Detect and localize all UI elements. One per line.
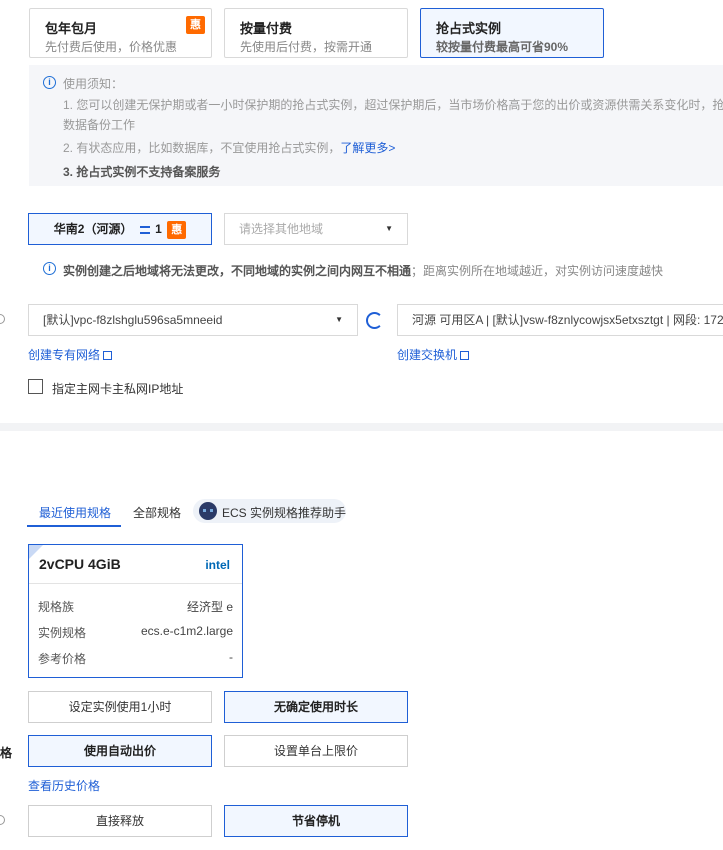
assistant-label: ECS 实例规格推荐助手 bbox=[222, 506, 347, 520]
notice-line-1: 1. 您可以创建无保护期或者一小时保护期的抢占式实例，超过保护期后，当市场价格高… bbox=[63, 98, 723, 112]
learn-more-link[interactable]: 了解更多> bbox=[340, 141, 395, 155]
vpc-value: [默认]vpc-f8zlshglu596sa5mneeid bbox=[43, 313, 223, 327]
create-vswitch-label: 创建交换机 bbox=[397, 348, 458, 362]
create-vswitch-link[interactable]: 创建交换机 bbox=[397, 346, 470, 363]
other-region-select[interactable]: 请选择其他地域 ▼ bbox=[224, 213, 408, 245]
tab-underline bbox=[27, 525, 121, 527]
region-warning: 实例创建之后地域将无法更改，不同地域的实例之间内网互不相通；距离实例所在地域越近… bbox=[63, 262, 663, 279]
info-icon: i bbox=[43, 76, 56, 89]
billing-subtitle: 先付费后使用，价格优惠 bbox=[45, 40, 178, 54]
notice-line-3: 3. 抢占式实例不支持备案服务 bbox=[63, 165, 221, 179]
info-icon: i bbox=[43, 262, 56, 275]
spec-row-label: 参考价格 bbox=[38, 652, 87, 666]
billing-subtitle: 较按量付费最高可省90% bbox=[436, 40, 569, 54]
spec-row-value: - bbox=[229, 650, 233, 664]
billing-subtitle: 先使用后付费，按需开通 bbox=[240, 40, 373, 54]
chevron-down-icon: ▼ bbox=[385, 224, 393, 233]
region-warning-bold: 实例创建之后地域将无法更改，不同地域的实例之间内网互不相通 bbox=[63, 264, 412, 278]
vswitch-select[interactable]: 河源 可用区A | [默认]vsw-f8znlycowjsx5etxsztgt … bbox=[397, 304, 723, 336]
notice-line-2-text: 2. 有状态应用，比如数据库，不宜使用抢占式实例， bbox=[63, 141, 341, 155]
spec-divider bbox=[29, 583, 242, 584]
ip-checkbox[interactable] bbox=[28, 379, 43, 394]
notice-heading: 使用须知： bbox=[63, 77, 124, 91]
spec-row: 参考价格 - bbox=[38, 650, 233, 667]
chevron-down-icon: ▼ bbox=[335, 315, 343, 324]
spec-card[interactable]: 2vCPU 4GiB intel 规格族 经济型 e 实例规格 ecs.e-c1… bbox=[28, 544, 243, 678]
create-vpc-link[interactable]: 创建专有网络 bbox=[28, 346, 113, 363]
billing-option-subscription[interactable]: 包年包月 先付费后使用，价格优惠 惠 bbox=[29, 8, 212, 58]
discount-badge: 惠 bbox=[186, 16, 205, 34]
radio-fragment bbox=[0, 815, 5, 825]
ip-checkbox-label: 指定主网卡主私网IP地址 bbox=[52, 382, 184, 396]
spec-row-label: 规格族 bbox=[38, 600, 75, 614]
region-warning-rest: ；距离实例所在地域越近，对实例访问速度越快 bbox=[411, 264, 664, 278]
spec-row-value: ecs.e-c1m2.large bbox=[140, 624, 233, 638]
release-direct-button[interactable]: 直接释放 bbox=[28, 805, 212, 837]
billing-title: 包年包月 bbox=[45, 21, 98, 36]
billing-title: 按量付费 bbox=[240, 21, 293, 36]
spec-row: 规格族 经济型 e bbox=[38, 598, 233, 615]
billing-title: 抢占式实例 bbox=[436, 21, 502, 36]
other-region-placeholder: 请选择其他地域 bbox=[239, 222, 324, 236]
refresh-icon[interactable] bbox=[366, 312, 383, 329]
max-price-button[interactable]: 设置单台上限价 bbox=[224, 735, 408, 767]
duration-one-hour-button[interactable]: 设定实例使用1小时 bbox=[28, 691, 212, 723]
external-link-icon bbox=[103, 351, 113, 360]
notice-line-1b: 数据备份工作 bbox=[63, 118, 136, 132]
duration-unlimited-button[interactable]: 无确定使用时长 bbox=[224, 691, 408, 723]
robot-eyes bbox=[203, 509, 213, 512]
intel-logo: intel bbox=[205, 558, 230, 572]
zone-stack-icon bbox=[139, 225, 150, 234]
spec-row-value: 经济型 e bbox=[186, 600, 233, 614]
section-divider bbox=[0, 423, 723, 431]
region-option-heyuan[interactable]: 华南2（河源） 1 惠 bbox=[28, 213, 212, 245]
spec-title: 2vCPU 4GiB bbox=[39, 556, 121, 572]
radio-fragment bbox=[0, 314, 5, 324]
usage-notice: i 使用须知： 1. 您可以创建无保护期或者一小时保护期的抢占式实例，超过保护期… bbox=[29, 65, 723, 186]
spec-row-label: 实例规格 bbox=[38, 626, 87, 640]
create-vpc-label: 创建专有网络 bbox=[28, 348, 101, 362]
zone-count: 1 bbox=[155, 222, 162, 236]
vpc-select[interactable]: [默认]vpc-f8zlshglu596sa5mneeid ▼ bbox=[28, 304, 358, 336]
tab-recent-specs[interactable]: 最近使用规格 bbox=[39, 504, 111, 521]
discount-badge: 惠 bbox=[167, 220, 187, 239]
price-label-fragment: 格 bbox=[0, 746, 13, 760]
spec-assistant-button[interactable]: ECS 实例规格推荐助手 bbox=[193, 499, 346, 523]
release-save-stop-button[interactable]: 节省停机 bbox=[224, 805, 408, 837]
billing-option-spot[interactable]: 抢占式实例 较按量付费最高可省90% bbox=[420, 8, 604, 58]
tab-all-specs[interactable]: 全部规格 bbox=[133, 504, 181, 521]
price-history-link[interactable]: 查看历史价格 bbox=[28, 777, 100, 794]
external-link-icon bbox=[460, 351, 470, 360]
vswitch-value: 河源 可用区A | [默认]vsw-f8znlycowjsx5etxsztgt … bbox=[412, 313, 723, 327]
auto-bid-button[interactable]: 使用自动出价 bbox=[28, 735, 212, 767]
region-name: 华南2（河源） bbox=[53, 222, 133, 236]
billing-option-pay-as-you-go[interactable]: 按量付费 先使用后付费，按需开通 bbox=[224, 8, 408, 58]
notice-line-2: 2. 有状态应用，比如数据库，不宜使用抢占式实例，了解更多> bbox=[63, 139, 395, 156]
spec-row: 实例规格 ecs.e-c1m2.large bbox=[38, 624, 233, 641]
